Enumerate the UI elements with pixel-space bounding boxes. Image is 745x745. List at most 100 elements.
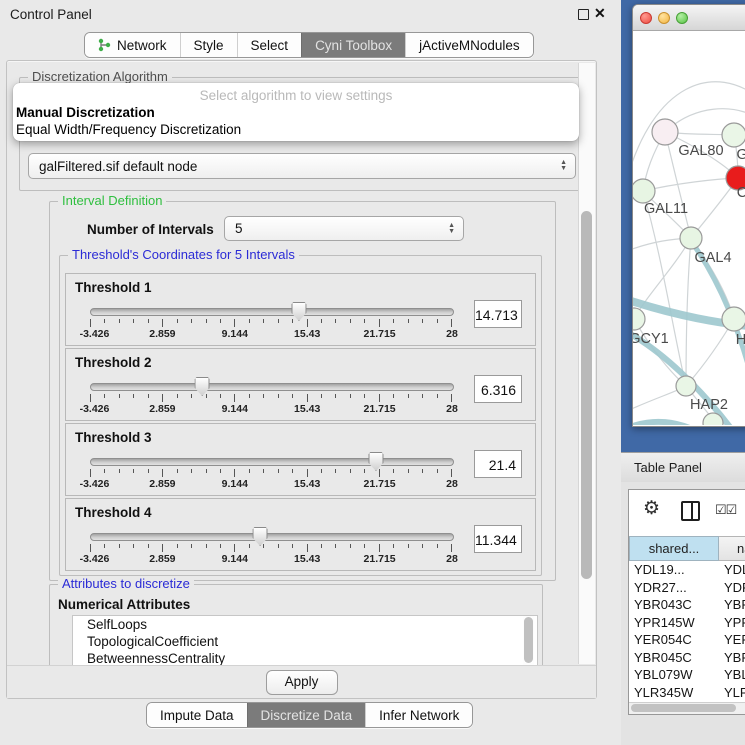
slider-ticks (90, 319, 452, 327)
table-cell: YPR145W (629, 614, 719, 632)
threshold-row: Threshold 3-3.4262.8599.14415.4321.71528… (65, 423, 536, 496)
network-node[interactable] (652, 119, 678, 145)
tab-label: Discretize Data (261, 708, 353, 723)
tick-label: 2.859 (149, 478, 175, 490)
tab-style[interactable]: Style (180, 33, 237, 57)
threshold-row: Threshold 4-3.4262.8599.14415.4321.71528… (65, 498, 536, 571)
tab-infer-network[interactable]: Infer Network (365, 703, 472, 727)
tab-discretize-data[interactable]: Discretize Data (247, 703, 366, 727)
panel-scrollbar[interactable] (578, 63, 595, 664)
float-window-icon[interactable] (578, 9, 589, 20)
gear-icon[interactable]: ⚙ (643, 497, 660, 520)
network-node[interactable] (722, 123, 745, 147)
network-node[interactable] (676, 376, 696, 396)
close-traffic-light-icon[interactable] (640, 12, 652, 24)
table-data-group: Table Data galFiltered.sif default node … (19, 137, 587, 191)
tick-label: 21.715 (364, 478, 396, 490)
table-cell: YER0 (719, 631, 745, 649)
node-label: H (736, 332, 745, 348)
group-title: Discretization Algorithm (28, 69, 172, 84)
network-node[interactable] (722, 307, 745, 331)
scrollbar-thumb[interactable] (524, 617, 533, 663)
slider-tick-labels: -3.4262.8599.14415.4321.71528 (90, 553, 452, 566)
tab-network[interactable]: Network (85, 33, 180, 57)
app-screen: Control Panel ✕ Network Style Se (0, 0, 745, 745)
table-row[interactable]: YDR27...YDR2 (629, 579, 745, 597)
cyni-toolbox-panel: Discretization Algorithm Select algorith… (6, 60, 597, 699)
apply-strip: Apply (7, 665, 596, 698)
tab-select[interactable]: Select (237, 33, 302, 57)
table-row[interactable]: YBR043CYBR0 (629, 596, 745, 614)
tab-impute-data[interactable]: Impute Data (147, 703, 247, 727)
scrollbar-thumb[interactable] (581, 211, 592, 579)
network-node[interactable] (680, 227, 702, 249)
table-cell: YER054C (629, 631, 719, 649)
numerical-attributes-list[interactable]: SelfLoopsTopologicalCoefficientBetweenne… (72, 615, 538, 667)
close-icon[interactable]: ✕ (594, 5, 606, 22)
table-cell: YBR045C (629, 649, 719, 667)
table-horizontal-scrollbar[interactable] (629, 702, 745, 714)
table-data-combobox[interactable]: galFiltered.sif default node ▲▼ (28, 153, 576, 179)
node-label: GAL11 (644, 201, 688, 217)
table-row[interactable]: YDL19...YDL1 (629, 561, 745, 579)
tab-cyni-toolbox[interactable]: Cyni Toolbox (301, 33, 405, 57)
threshold-value-input[interactable]: 14.713 (474, 300, 522, 328)
column-header-name[interactable]: na (719, 536, 745, 561)
tick-label: -3.426 (80, 403, 110, 415)
slider-tick-labels: -3.4262.8599.14415.4321.71528 (90, 403, 452, 416)
network-node[interactable] (633, 308, 645, 330)
node-label: GAL4 (694, 250, 731, 266)
table-row[interactable]: YBR045CYBR0 (629, 649, 745, 667)
column-header-shared-name[interactable]: shared... (629, 536, 719, 561)
threshold-value-input[interactable]: 11.344 (474, 525, 522, 553)
table-cell: YBL079W (629, 666, 719, 684)
tick-label: 9.144 (222, 403, 248, 415)
slider-track[interactable] (90, 308, 454, 316)
table-row[interactable]: YPR145WYPR1 (629, 614, 745, 632)
tab-label: jActiveMNodules (419, 38, 520, 53)
desktop-right-pane: GAL80GACGAL11GAL4GCY1HHAP2 Table Panel ⚙… (621, 0, 745, 745)
table-cell: YLR3 (719, 684, 745, 702)
threshold-label: Threshold 3 (75, 430, 152, 445)
interval-definition-group: Interval Definition Number of Intervals … (49, 201, 556, 581)
attribute-item[interactable]: TopologicalCoefficient (73, 633, 537, 650)
tick-label: 21.715 (364, 328, 396, 340)
split-columns-icon[interactable] (681, 501, 700, 521)
network-canvas[interactable]: GAL80GACGAL11GAL4GCY1HHAP2 (633, 31, 745, 425)
scrollbar-thumb[interactable] (631, 704, 736, 712)
tick-label: 9.144 (222, 478, 248, 490)
slider-track[interactable] (90, 533, 454, 541)
dropdown-option-manual[interactable]: Manual Discretization (16, 105, 155, 120)
table-header-row: shared... na (629, 536, 745, 561)
node-label: GAL80 (678, 143, 723, 159)
dropdown-option-equal-width[interactable]: Equal Width/Frequency Discretization (16, 122, 241, 137)
attribute-item[interactable]: SelfLoops (73, 616, 537, 633)
threshold-value-input[interactable]: 6.316 (474, 375, 522, 403)
slider-track[interactable] (90, 458, 454, 466)
slider-ticks (90, 394, 452, 402)
tick-label: 15.43 (294, 553, 320, 565)
minimize-traffic-light-icon[interactable] (658, 12, 670, 24)
apply-button[interactable]: Apply (266, 670, 338, 695)
table-panel-body: ⚙ ☑☑ shared... na YDL19...YDL1YDR27...YD… (621, 482, 745, 745)
select-columns-icon[interactable]: ☑☑ (715, 502, 736, 518)
slider-track[interactable] (90, 383, 454, 391)
zoom-traffic-light-icon[interactable] (676, 12, 688, 24)
attributes-scrollbar[interactable] (523, 616, 534, 666)
tab-jactivemnodules[interactable]: jActiveMNodules (405, 33, 533, 57)
threshold-row: Threshold 2-3.4262.8599.14415.4321.71528… (65, 348, 536, 421)
threshold-label: Threshold 1 (75, 280, 152, 295)
table-row[interactable]: YBL079WYBL0 (629, 666, 745, 684)
table-toolbar: ⚙ ☑☑ (629, 490, 745, 530)
tick-label: -3.426 (80, 553, 110, 565)
combobox-arrows-icon: ▲▼ (560, 160, 567, 172)
table-row[interactable]: YER054CYER0 (629, 631, 745, 649)
network-window-titlebar (633, 5, 745, 31)
threshold-value-input[interactable]: 21.4 (474, 450, 522, 478)
tab-label: Cyni Toolbox (315, 38, 392, 53)
table-cell: YDL19... (629, 561, 719, 579)
number-of-intervals-combobox[interactable]: 5 ▲▼ (224, 216, 464, 241)
tab-label: Infer Network (379, 708, 459, 723)
network-node[interactable] (633, 179, 655, 203)
table-row[interactable]: YLR345WYLR3 (629, 684, 745, 702)
